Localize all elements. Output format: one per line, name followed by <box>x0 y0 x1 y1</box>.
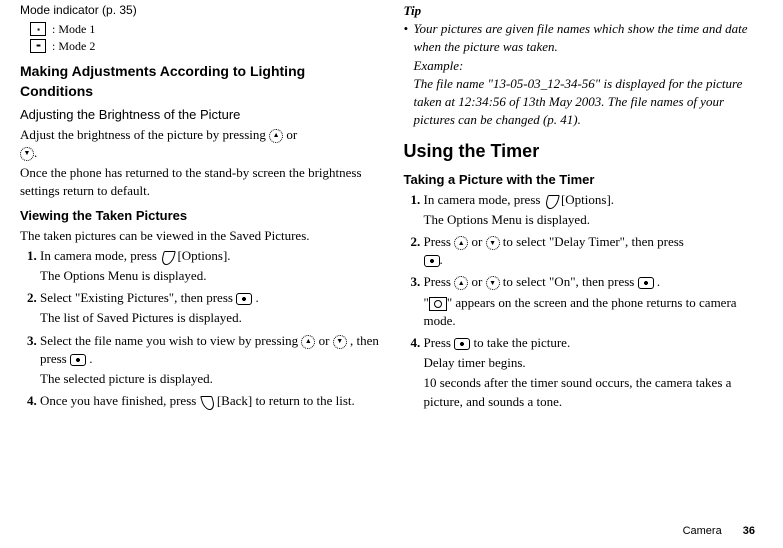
text-fragment: . <box>657 274 660 289</box>
timer-step-3: Press ▲ or ▼ to select "On", then press … <box>424 273 764 330</box>
text-fragment: [Options]. <box>561 192 614 207</box>
center-key-icon <box>70 354 86 366</box>
text-fragment: Press <box>424 274 455 289</box>
mode-2-row: ▪▪ : Mode 2 <box>30 38 380 55</box>
text-fragment: Adjust the brightness of the picture by … <box>20 127 269 142</box>
text-fragment: [Options]. <box>177 248 230 263</box>
viewing-text: The taken pictures can be viewed in the … <box>20 227 380 245</box>
right-softkey-icon <box>544 195 558 207</box>
right-softkey-icon <box>160 251 174 263</box>
footer: Camera 36 <box>0 520 783 539</box>
right-column: Tip • Your pictures are given file names… <box>392 0 764 520</box>
taking-picture-heading: Taking a Picture with the Timer <box>404 171 764 189</box>
center-key-icon <box>454 338 470 350</box>
text-fragment: to select "On", then press <box>503 274 638 289</box>
down-key-icon: ▼ <box>333 335 347 349</box>
mode-1-icon: ▪ <box>30 22 46 36</box>
mode-1-label: : Mode 1 <box>52 21 95 38</box>
mode-1-row: ▪ : Mode 1 <box>30 21 380 38</box>
mode-indicator-heading: Mode indicator (p. 35) <box>20 2 380 19</box>
text-fragment: Select "Existing Pictures", then press <box>40 290 236 305</box>
timer-step-1-sub: The Options Menu is displayed. <box>424 211 764 229</box>
page: Mode indicator (p. 35) ▪ : Mode 1 ▪▪ : M… <box>0 0 783 520</box>
adjust-brightness-text: Adjust the brightness of the picture by … <box>20 126 380 162</box>
down-key-icon: ▼ <box>486 236 500 250</box>
text-fragment: Select the file name you wish to view by… <box>40 333 301 348</box>
making-adjustments-heading: Making Adjustments According to Lighting… <box>20 62 380 101</box>
step-3: Select the file name you wish to view by… <box>40 332 380 389</box>
down-key-icon: ▼ <box>20 147 34 161</box>
step-3-sub: The selected picture is displayed. <box>40 370 380 388</box>
text-fragment: . <box>89 351 92 366</box>
mode-2-icon: ▪▪ <box>30 39 46 53</box>
step-1: In camera mode, press [Options]. The Opt… <box>40 247 380 285</box>
footer-page-number: 36 <box>743 525 755 537</box>
step-2: Select "Existing Pictures", then press .… <box>40 289 380 327</box>
timer-step-2: Press ▲ or ▼ to select "Delay Timer", th… <box>424 233 764 269</box>
text-fragment: or <box>286 127 297 142</box>
timer-step-1: In camera mode, press [Options]. The Opt… <box>424 191 764 229</box>
tip-bullet-row: • Your pictures are given file names whi… <box>404 20 764 129</box>
up-key-icon: ▲ <box>454 276 468 290</box>
text-fragment: or <box>471 234 485 249</box>
viewing-heading: Viewing the Taken Pictures <box>20 207 380 225</box>
text-fragment: " appears on the screen and the phone re… <box>424 295 737 328</box>
left-softkey-icon <box>200 396 214 408</box>
timer-step-4-sub1: Delay timer begins. <box>424 354 764 372</box>
up-key-icon: ▲ <box>454 236 468 250</box>
up-key-icon: ▲ <box>301 335 315 349</box>
text-fragment: or <box>319 333 333 348</box>
left-column: Mode indicator (p. 35) ▪ : Mode 1 ▪▪ : M… <box>20 0 392 520</box>
step-2-sub: The list of Saved Pictures is displayed. <box>40 309 380 327</box>
text-fragment: In camera mode, press <box>424 192 544 207</box>
timer-steps: In camera mode, press [Options]. The Opt… <box>404 191 764 411</box>
timer-step-3-sub: "" appears on the screen and the phone r… <box>424 294 764 330</box>
tip-body: Your pictures are given file names which… <box>414 20 764 129</box>
step-4: Once you have finished, press [Back] to … <box>40 392 380 410</box>
footer-section: Camera <box>683 525 722 537</box>
text-fragment: Press <box>424 335 455 350</box>
up-key-icon: ▲ <box>269 129 283 143</box>
adjust-brightness-heading: Adjusting the Brightness of the Picture <box>20 106 380 124</box>
timer-step-4-sub2: 10 seconds after the timer sound occurs,… <box>424 374 764 410</box>
text-fragment: Press <box>424 234 455 249</box>
tip-heading: Tip <box>404 2 764 20</box>
camera-timer-icon <box>429 297 447 311</box>
timer-step-4: Press to take the picture. Delay timer b… <box>424 334 764 411</box>
center-key-icon <box>236 293 252 305</box>
text-fragment: to take the picture. <box>473 335 570 350</box>
text-fragment: to select "Delay Timer", then press <box>503 234 684 249</box>
center-key-icon <box>638 277 654 289</box>
step-1-sub: The Options Menu is displayed. <box>40 267 380 285</box>
mode-2-label: : Mode 2 <box>52 38 95 55</box>
text-fragment: In camera mode, press <box>40 248 160 263</box>
text-fragment: . <box>255 290 258 305</box>
tip-bullet: • <box>404 20 414 129</box>
text-fragment: . <box>440 252 443 267</box>
center-key-icon <box>424 255 440 267</box>
using-timer-heading: Using the Timer <box>404 139 764 164</box>
text-fragment: . <box>34 145 37 160</box>
viewing-steps: In camera mode, press [Options]. The Opt… <box>20 247 380 411</box>
text-fragment: [Back] to return to the list. <box>217 393 355 408</box>
down-key-icon: ▼ <box>486 276 500 290</box>
text-fragment: Once you have finished, press <box>40 393 200 408</box>
brightness-reset-text: Once the phone has returned to the stand… <box>20 164 380 200</box>
text-fragment: or <box>471 274 485 289</box>
